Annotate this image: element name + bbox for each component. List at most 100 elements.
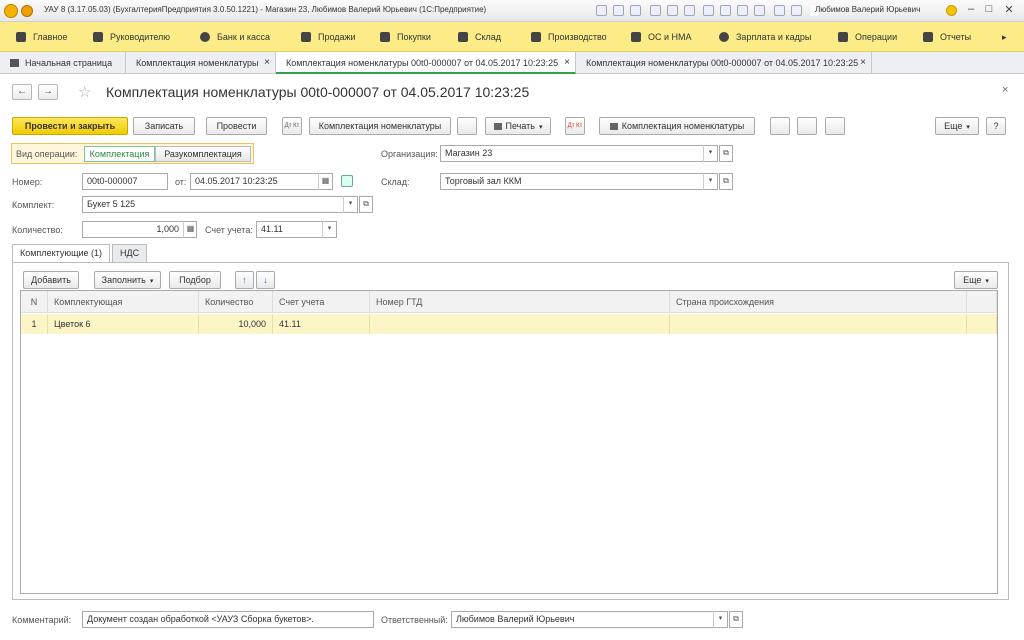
import-icon[interactable] bbox=[650, 5, 661, 16]
organization-open-icon[interactable]: ⧉ bbox=[719, 145, 733, 162]
tab-close-icon[interactable]: × bbox=[264, 52, 270, 74]
close-form-button[interactable]: × bbox=[1002, 84, 1008, 96]
menu-production[interactable]: Производство bbox=[531, 22, 607, 52]
number-field[interactable]: 00t0-000007 bbox=[82, 173, 168, 190]
app-logo-icon[interactable] bbox=[4, 4, 18, 18]
column-header-n[interactable]: N bbox=[21, 291, 48, 313]
calendar-picker-icon[interactable]: ▦ bbox=[318, 173, 332, 190]
back-button[interactable]: ← bbox=[12, 84, 32, 100]
fill-button[interactable]: Заполнить ▾ bbox=[94, 271, 161, 289]
menu-payroll[interactable]: Зарплата и кадры bbox=[719, 22, 811, 52]
table-cell-spacer bbox=[967, 314, 997, 334]
account-dropdown-icon[interactable]: ▾ bbox=[322, 221, 336, 238]
comment-field[interactable]: Документ создан обработкой <УАУЗ Сборка … bbox=[82, 611, 374, 628]
document-icon[interactable] bbox=[770, 117, 790, 135]
menu-assets[interactable]: ОС и НМА bbox=[631, 22, 692, 52]
memory-plus-icon[interactable] bbox=[720, 5, 731, 16]
kit-field[interactable]: Букет 5 125 bbox=[82, 196, 358, 213]
menu-reports[interactable]: Отчеты bbox=[923, 22, 971, 52]
table-cell-component[interactable]: Цветок 6 bbox=[48, 314, 199, 334]
move-down-icon[interactable]: ↓ bbox=[256, 271, 275, 289]
menu-manager[interactable]: Руководителю bbox=[93, 22, 170, 52]
menu-warehouse[interactable]: Склад bbox=[458, 22, 501, 52]
tab-components[interactable]: Комплектующие (1) bbox=[12, 244, 111, 263]
dtkt-icon[interactable]: Дт Кт bbox=[282, 117, 302, 135]
menu-more[interactable]: ▸ bbox=[1002, 22, 1020, 52]
kit-open-icon[interactable]: ⧉ bbox=[359, 196, 373, 213]
table-more-button[interactable]: Еще ▾ bbox=[954, 271, 998, 289]
op-assembly-option[interactable]: Комплектация bbox=[84, 146, 155, 162]
kit-print-button[interactable]: Комплектация номенклатуры bbox=[599, 117, 755, 135]
zoom-icon[interactable] bbox=[774, 5, 785, 16]
info-icon[interactable] bbox=[946, 5, 957, 16]
export-icon[interactable] bbox=[667, 5, 678, 16]
maximize-button[interactable]: □ bbox=[980, 3, 998, 18]
select-button[interactable]: Подбор bbox=[169, 271, 221, 289]
structure-icon[interactable] bbox=[825, 117, 845, 135]
table-cell-gtd[interactable] bbox=[370, 314, 670, 334]
memory-icon[interactable] bbox=[754, 5, 765, 16]
post-and-close-button[interactable]: Провести и закрыть bbox=[12, 117, 128, 135]
tab-kit-list[interactable]: Комплектация номенклатуры × bbox=[126, 52, 276, 74]
menu-dropdown-icon[interactable] bbox=[21, 5, 33, 17]
tab-close-icon[interactable]: × bbox=[860, 52, 866, 74]
dtkt-red-icon[interactable]: Дт Кт bbox=[565, 117, 585, 135]
responsible-field[interactable]: Любимов Валерий Юрьевич bbox=[451, 611, 728, 628]
favorite-star-icon[interactable]: ☆ bbox=[78, 83, 91, 101]
column-header-gtd[interactable]: Номер ГТД bbox=[370, 291, 670, 313]
edit-number-icon[interactable] bbox=[341, 175, 353, 187]
responsible-open-icon[interactable]: ⧉ bbox=[729, 611, 743, 628]
menu-main[interactable]: Главное bbox=[16, 22, 67, 52]
current-user[interactable]: Любимов Валерий Юрьевич bbox=[815, 5, 920, 14]
tab-close-icon[interactable]: × bbox=[564, 52, 570, 74]
print-icon[interactable] bbox=[613, 5, 624, 16]
menu-purchases[interactable]: Покупки bbox=[380, 22, 431, 52]
save-button[interactable]: Записать bbox=[133, 117, 195, 135]
calculator-icon[interactable]: ▦ bbox=[183, 221, 197, 238]
organization-dropdown-icon[interactable]: ▾ bbox=[703, 145, 717, 162]
save-icon[interactable] bbox=[596, 5, 607, 16]
preview-icon[interactable] bbox=[630, 5, 641, 16]
organization-field[interactable]: Магазин 23 bbox=[440, 145, 718, 162]
memory-minus-icon[interactable] bbox=[737, 5, 748, 16]
column-header-quantity[interactable]: Количество bbox=[199, 291, 273, 313]
list-icon[interactable] bbox=[797, 117, 817, 135]
table-icon[interactable] bbox=[684, 5, 695, 16]
warehouse-field[interactable]: Торговый зал ККМ bbox=[440, 173, 718, 190]
more-button[interactable]: Еще ▾ bbox=[935, 117, 979, 135]
column-header-component[interactable]: Комплектующая bbox=[48, 291, 199, 313]
responsible-dropdown-icon[interactable]: ▾ bbox=[713, 611, 727, 628]
warehouse-open-icon[interactable]: ⧉ bbox=[719, 173, 733, 190]
quantity-field[interactable]: 1,000 bbox=[82, 221, 197, 238]
kit-report-button[interactable]: Комплектация номенклатуры bbox=[309, 117, 451, 135]
print-button[interactable]: Печать ▾ bbox=[485, 117, 551, 135]
home-icon bbox=[10, 59, 19, 67]
menu-bank[interactable]: Банк и касса bbox=[200, 22, 270, 52]
tab-home[interactable]: Начальная страница bbox=[0, 52, 126, 74]
warehouse-dropdown-icon[interactable]: ▾ bbox=[703, 173, 717, 190]
tab-vat[interactable]: НДС bbox=[112, 244, 148, 262]
edit-icon[interactable] bbox=[457, 117, 477, 135]
date-field[interactable]: 04.05.2017 10:23:25 bbox=[190, 173, 333, 190]
close-window-button[interactable]: ✕ bbox=[1000, 3, 1018, 18]
minimize-button[interactable]: – bbox=[962, 3, 980, 18]
add-row-button[interactable]: Добавить bbox=[23, 271, 79, 289]
op-disassembly-option[interactable]: Разукомплектация bbox=[155, 146, 251, 162]
window-icon[interactable] bbox=[791, 5, 802, 16]
menu-sales[interactable]: Продажи bbox=[301, 22, 356, 52]
tab-kit-document[interactable]: Комплектация номенклатуры 00t0-000007 от… bbox=[576, 52, 872, 74]
column-header-account[interactable]: Счет учета bbox=[273, 291, 370, 313]
calendar-icon[interactable] bbox=[703, 5, 714, 16]
table-cell-quantity[interactable]: 10,000 bbox=[199, 314, 273, 334]
menu-operations[interactable]: Операции bbox=[838, 22, 897, 52]
kit-dropdown-icon[interactable]: ▾ bbox=[343, 196, 357, 213]
table-cell-account[interactable]: 41.11 bbox=[273, 314, 370, 334]
post-button[interactable]: Провести bbox=[206, 117, 267, 135]
help-button[interactable]: ? bbox=[986, 117, 1006, 135]
column-header-country[interactable]: Страна происхождения bbox=[670, 291, 967, 313]
tab-kit-document-active[interactable]: Комплектация номенклатуры 00t0-000007 от… bbox=[276, 52, 576, 74]
table-cell-n[interactable]: 1 bbox=[21, 314, 48, 334]
move-up-icon[interactable]: ↑ bbox=[235, 271, 254, 289]
table-cell-country[interactable] bbox=[670, 314, 967, 334]
forward-button[interactable]: → bbox=[38, 84, 58, 100]
